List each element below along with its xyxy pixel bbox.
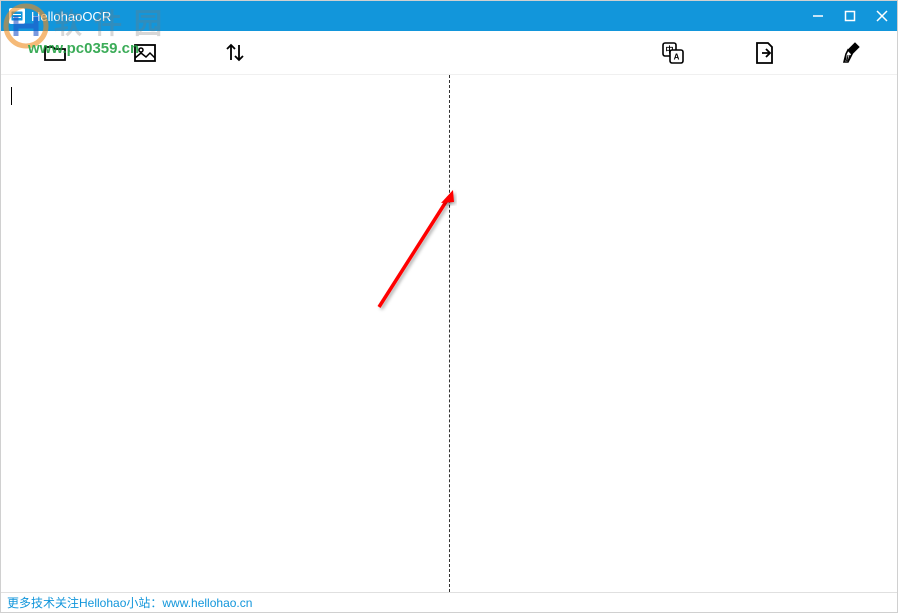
app-title: HellohaoOCR	[31, 9, 111, 24]
open-folder-button[interactable]	[41, 39, 69, 67]
app-window: HellohaoOCR	[0, 0, 898, 613]
text-cursor	[11, 87, 12, 105]
app-icon	[9, 8, 25, 24]
titlebar[interactable]: HellohaoOCR	[1, 1, 897, 31]
maximize-button[interactable]	[843, 9, 857, 23]
svg-text:A: A	[674, 52, 680, 61]
left-pane[interactable]	[1, 75, 450, 592]
statusbar: 更多技术关注Hellohao小站： www.hellohao.cn	[1, 592, 897, 612]
toolbar: 中A	[1, 31, 897, 75]
statusbar-link[interactable]: www.hellohao.cn	[162, 596, 252, 610]
open-image-button[interactable]	[131, 39, 159, 67]
right-pane[interactable]	[450, 75, 898, 592]
content-area	[1, 75, 897, 592]
close-button[interactable]	[875, 9, 889, 23]
minimize-button[interactable]	[811, 9, 825, 23]
sort-button[interactable]	[221, 39, 249, 67]
statusbar-prefix: 更多技术关注Hellohao小站：	[7, 594, 162, 611]
clear-button[interactable]	[839, 39, 867, 67]
export-button[interactable]	[749, 39, 777, 67]
translate-button[interactable]: 中A	[659, 39, 687, 67]
